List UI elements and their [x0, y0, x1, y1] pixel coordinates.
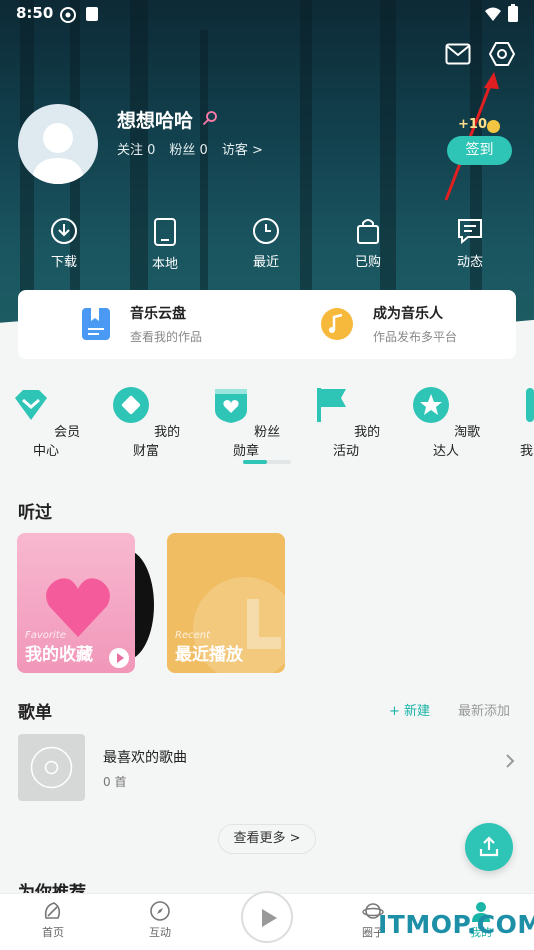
- new-playlist-button[interactable]: + 新建: [389, 700, 430, 719]
- recent-card[interactable]: Recent 最近播放: [167, 533, 285, 673]
- bag-icon: [357, 219, 379, 244]
- feature-fan-badge-label: 粉丝勋章: [232, 425, 281, 459]
- view-more-button[interactable]: 查看更多 >: [218, 824, 316, 854]
- default-avatar-icon: [32, 123, 84, 184]
- following-count[interactable]: 关注 0: [117, 139, 155, 158]
- share-fab[interactable]: [465, 823, 513, 871]
- musician-subtitle: 作品发布多平台: [373, 330, 458, 344]
- flag-icon: [316, 388, 346, 422]
- nav-interact[interactable]: 互动: [130, 900, 190, 940]
- download-icon: [51, 218, 77, 244]
- sort-latest-button[interactable]: 最新添加: [458, 700, 510, 719]
- feature-fan-badge[interactable]: 粉丝勋章: [211, 386, 281, 459]
- avatar[interactable]: [18, 104, 98, 184]
- playlist-cover[interactable]: [18, 734, 85, 801]
- annotation-arrow: [444, 72, 499, 201]
- feature-more-label: 我: [520, 444, 534, 459]
- recent-card-title: 最近播放: [175, 645, 243, 665]
- cloud-disk-subtitle: 查看我的作品: [130, 330, 203, 344]
- compass-icon: [150, 901, 170, 921]
- quick-activity-label: 动态: [456, 255, 483, 270]
- quick-purchased[interactable]: 已购: [338, 217, 398, 270]
- quick-local[interactable]: 本地: [135, 217, 195, 272]
- playlist-name[interactable]: 最喜欢的歌曲: [103, 747, 187, 767]
- star-icon: [412, 387, 449, 423]
- signin-bonus: +10: [458, 117, 487, 132]
- nav-home[interactable]: 首页: [23, 900, 83, 940]
- phone-icon: [154, 218, 176, 246]
- message-icon: [458, 219, 482, 245]
- fans-count[interactable]: 粉丝 0: [169, 139, 207, 158]
- cloud-disk-title: 音乐云盘: [130, 306, 186, 322]
- feature-song-expert-label: 淘歌达人: [432, 425, 481, 459]
- coin-icon: [487, 120, 500, 133]
- quick-activity[interactable]: 动态: [440, 217, 500, 270]
- nav-interact-label: 互动: [149, 926, 171, 939]
- home-leaf-icon: [44, 902, 61, 919]
- heard-section-title: 听过: [18, 503, 52, 523]
- disc-icon: [30, 746, 73, 789]
- battery-icon: [508, 4, 518, 22]
- feature-pager-indicator: [243, 460, 267, 464]
- badge-icon: [214, 389, 247, 423]
- feature-wealth-label: 我的财富: [132, 425, 181, 459]
- quick-local-label: 本地: [151, 257, 178, 272]
- status-time: 8:50: [16, 4, 54, 22]
- quick-download[interactable]: 下载: [34, 217, 94, 270]
- feature-vip[interactable]: 会员中心: [11, 386, 81, 459]
- quick-recent[interactable]: 最近: [236, 217, 296, 270]
- feature-song-expert[interactable]: 淘歌达人: [411, 386, 481, 459]
- favorite-card[interactable]: Favorite 我的收藏: [17, 533, 135, 673]
- diamond-icon: [14, 390, 47, 420]
- cloud-card: 音乐云盘 查看我的作品 成为音乐人 作品发布多平台: [18, 290, 516, 359]
- notification-status-icon: [86, 7, 98, 21]
- feature-activity-label: 我的活动: [332, 425, 381, 459]
- playlist-count: 0 首: [103, 775, 127, 789]
- visitors-link[interactable]: 访客 >: [222, 139, 263, 158]
- watermark: ITMOP.COM: [378, 910, 534, 939]
- app-status-icon: [60, 7, 76, 23]
- wealth-icon: [112, 387, 149, 423]
- cloud-disk-icon: [82, 308, 110, 340]
- play-circle-icon[interactable]: [109, 648, 129, 668]
- nav-home-label: 首页: [42, 926, 64, 939]
- become-musician-entry[interactable]: 成为音乐人 作品发布多平台: [267, 290, 516, 359]
- music-cloud-entry[interactable]: 音乐云盘 查看我的作品: [18, 290, 267, 359]
- feature-vip-label: 会员中心: [32, 425, 81, 459]
- feature-more[interactable]: 我: [498, 386, 534, 459]
- name-edit-icon[interactable]: [202, 110, 218, 126]
- more-feature-icon: [526, 388, 534, 422]
- feature-wealth[interactable]: 我的财富: [111, 386, 181, 459]
- profile-stats: 关注 0 粉丝 0 访客 >: [117, 139, 263, 158]
- quick-purchased-label: 已购: [354, 255, 381, 270]
- clock-icon: [253, 218, 279, 244]
- musician-title: 成为音乐人: [373, 306, 443, 322]
- upload-icon: [479, 836, 499, 857]
- quick-recent-label: 最近: [252, 255, 279, 270]
- music-note-icon: [321, 308, 353, 340]
- wifi-icon: [485, 7, 501, 21]
- username[interactable]: 想想哈哈: [117, 106, 193, 133]
- favorite-card-title: 我的收藏: [25, 645, 93, 665]
- signin-button[interactable]: 签到: [447, 136, 512, 165]
- feature-activity[interactable]: 我的活动: [311, 386, 381, 459]
- quick-download-label: 下载: [50, 255, 77, 270]
- player-play-button[interactable]: [241, 891, 293, 943]
- playlist-section-title: 歌单: [18, 703, 52, 723]
- chevron-right-icon[interactable]: [505, 753, 515, 769]
- status-bar: 8:50: [0, 0, 534, 28]
- play-icon: [262, 909, 277, 927]
